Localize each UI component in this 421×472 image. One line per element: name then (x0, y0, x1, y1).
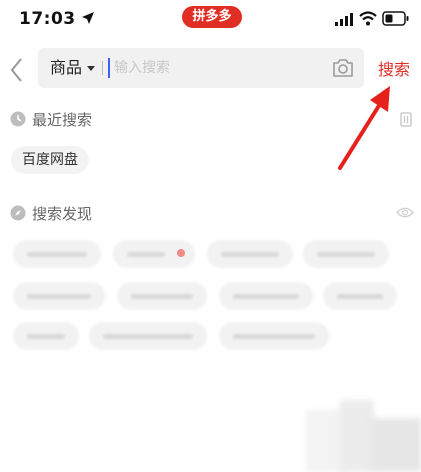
discover-chip[interactable] (323, 282, 397, 310)
signal-icon (335, 13, 353, 26)
history-chip[interactable]: 百度网盘 (11, 146, 89, 174)
camera-icon[interactable] (331, 57, 355, 79)
text-cursor (108, 58, 110, 78)
discover-chip[interactable] (219, 282, 313, 310)
wifi-icon (359, 11, 377, 26)
discover-title: 搜索发现 (32, 205, 93, 223)
red-arrow-annotation (338, 86, 390, 170)
eye-icon[interactable] (396, 206, 414, 219)
search-box: 商品 (38, 48, 364, 88)
trash-icon[interactable] (399, 111, 413, 127)
location-arrow-icon (82, 12, 94, 24)
blurred-overlay (340, 400, 374, 472)
brand-badge: 拼多多 (182, 6, 242, 28)
blurred-overlay (370, 418, 421, 472)
discover-chip[interactable] (303, 240, 389, 268)
discover-chip[interactable] (13, 282, 105, 310)
scope-divider (102, 61, 103, 75)
back-icon[interactable] (6, 55, 28, 85)
battery-icon (382, 11, 409, 26)
discover-chip[interactable] (89, 322, 207, 350)
status-bar: 17:03 拼多多 (0, 0, 421, 40)
status-time: 17:03 (19, 9, 76, 29)
compass-icon (10, 205, 26, 221)
discover-chip[interactable] (13, 322, 79, 350)
recent-search-title: 最近搜索 (32, 111, 93, 129)
discover-chip[interactable] (117, 282, 207, 310)
chevron-down-icon[interactable] (87, 66, 95, 71)
search-input[interactable] (114, 48, 314, 88)
clock-icon (10, 111, 26, 127)
search-button[interactable]: 搜索 (378, 56, 410, 80)
discover-chip[interactable] (219, 322, 329, 350)
discover-chip[interactable] (13, 240, 101, 268)
discover-chip[interactable] (207, 240, 293, 268)
search-scope-select[interactable]: 商品 (50, 48, 82, 88)
hot-badge (177, 249, 185, 257)
